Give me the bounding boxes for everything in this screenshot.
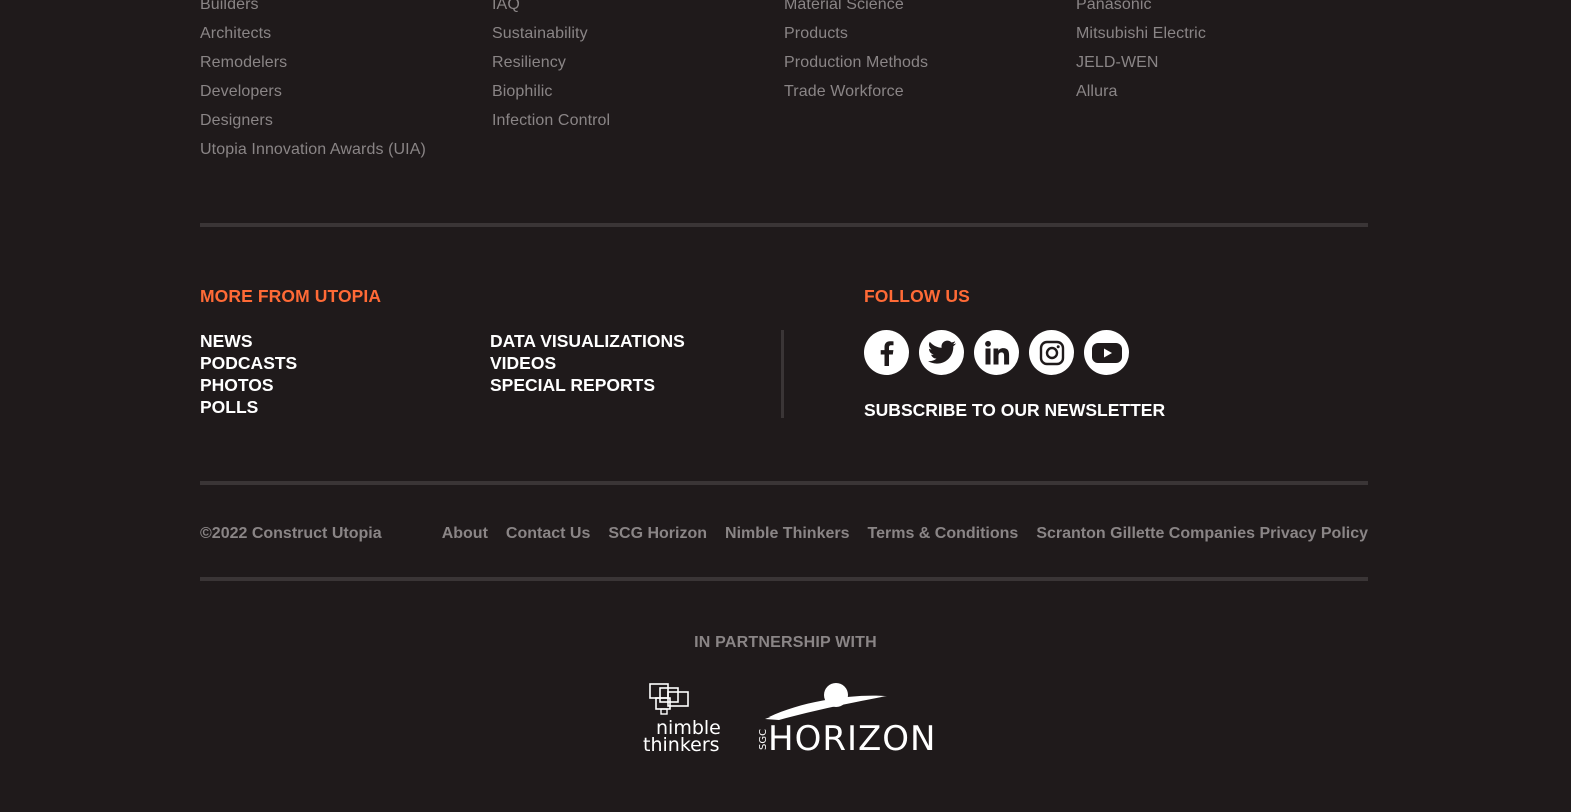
subscribe-newsletter-link[interactable]: SUBSCRIBE TO OUR NEWSLETTER xyxy=(864,400,1165,421)
link-trade-workforce[interactable]: Trade Workforce xyxy=(784,77,928,106)
link-remodelers[interactable]: Remodelers xyxy=(200,48,426,77)
more-links-left: NEWS PODCASTS PHOTOS POLLS xyxy=(200,330,297,418)
link-data-visualizations[interactable]: DATA VISUALIZATIONS xyxy=(490,330,685,352)
divider xyxy=(200,481,1368,485)
link-scg-horizon[interactable]: SCG Horizon xyxy=(608,525,707,543)
link-terms-conditions[interactable]: Terms & Conditions xyxy=(868,525,1019,543)
linkedin-icon[interactable] xyxy=(974,330,1019,375)
link-material-science[interactable]: Material Science xyxy=(784,0,928,19)
link-production-methods[interactable]: Production Methods xyxy=(784,48,928,77)
link-news[interactable]: NEWS xyxy=(200,330,297,352)
link-podcasts[interactable]: PODCASTS xyxy=(200,352,297,374)
twitter-icon[interactable] xyxy=(919,330,964,375)
link-nimble-thinkers[interactable]: Nimble Thinkers xyxy=(725,525,849,543)
sgc-horizon-logo[interactable]: SGC HORIZON xyxy=(755,680,947,759)
link-special-reports[interactable]: SPECIAL REPORTS xyxy=(490,374,685,396)
link-panasonic[interactable]: Panasonic xyxy=(1076,0,1206,19)
link-infection-control[interactable]: Infection Control xyxy=(492,106,610,135)
column-audience: Builders Architects Remodelers Developer… xyxy=(200,0,426,164)
social-links xyxy=(864,330,1129,375)
link-biophilic[interactable]: Biophilic xyxy=(492,77,610,106)
link-contact-us[interactable]: Contact Us xyxy=(506,525,590,543)
footer-links: About Contact Us SCG Horizon Nimble Thin… xyxy=(442,525,1368,543)
partnership-label: IN PARTNERSHIP WITH xyxy=(694,634,877,651)
link-resiliency[interactable]: Resiliency xyxy=(492,48,610,77)
link-polls[interactable]: POLLS xyxy=(200,396,297,418)
divider xyxy=(200,223,1368,227)
divider xyxy=(200,577,1368,581)
more-from-utopia-heading: MORE FROM UTOPIA xyxy=(200,286,382,306)
link-privacy-policy[interactable]: Scranton Gillette Companies Privacy Poli… xyxy=(1036,525,1368,543)
link-uia[interactable]: Utopia Innovation Awards (UIA) xyxy=(200,135,426,164)
link-sustainability[interactable]: Sustainability xyxy=(492,19,610,48)
link-architects[interactable]: Architects xyxy=(200,19,426,48)
column-innovation: Material Science Products Production Met… xyxy=(784,0,928,106)
follow-us-heading: FOLLOW US xyxy=(864,286,970,306)
link-jeld-wen[interactable]: JELD-WEN xyxy=(1076,48,1206,77)
link-designers[interactable]: Designers xyxy=(200,106,426,135)
instagram-icon[interactable] xyxy=(1029,330,1074,375)
column-partners: Panasonic Mitsubishi Electric JELD-WEN A… xyxy=(1076,0,1206,106)
column-topics: IAQ Sustainability Resiliency Biophilic … xyxy=(492,0,610,135)
more-links-right: DATA VISUALIZATIONS VIDEOS SPECIAL REPOR… xyxy=(490,330,685,396)
nimble-logo-line2: thinkers xyxy=(643,734,720,754)
link-mitsubishi-electric[interactable]: Mitsubishi Electric xyxy=(1076,19,1206,48)
footer-page: Builders Architects Remodelers Developer… xyxy=(0,0,1571,812)
vertical-divider xyxy=(781,330,784,418)
link-products[interactable]: Products xyxy=(784,19,928,48)
link-builders[interactable]: Builders xyxy=(200,0,426,19)
copyright-text: ©2022 Construct Utopia xyxy=(200,525,382,542)
category-columns: Builders Architects Remodelers Developer… xyxy=(200,0,1370,170)
link-developers[interactable]: Developers xyxy=(200,77,426,106)
youtube-icon[interactable] xyxy=(1084,330,1129,375)
link-allura[interactable]: Allura xyxy=(1076,77,1206,106)
link-photos[interactable]: PHOTOS xyxy=(200,374,297,396)
link-about[interactable]: About xyxy=(442,525,488,543)
horizon-logo-word: HORIZON xyxy=(768,719,936,756)
nimble-thinkers-logo[interactable]: nimble thinkers xyxy=(640,682,730,756)
link-videos[interactable]: VIDEOS xyxy=(490,352,685,374)
facebook-icon[interactable] xyxy=(864,330,909,375)
link-iaq[interactable]: IAQ xyxy=(492,0,610,19)
